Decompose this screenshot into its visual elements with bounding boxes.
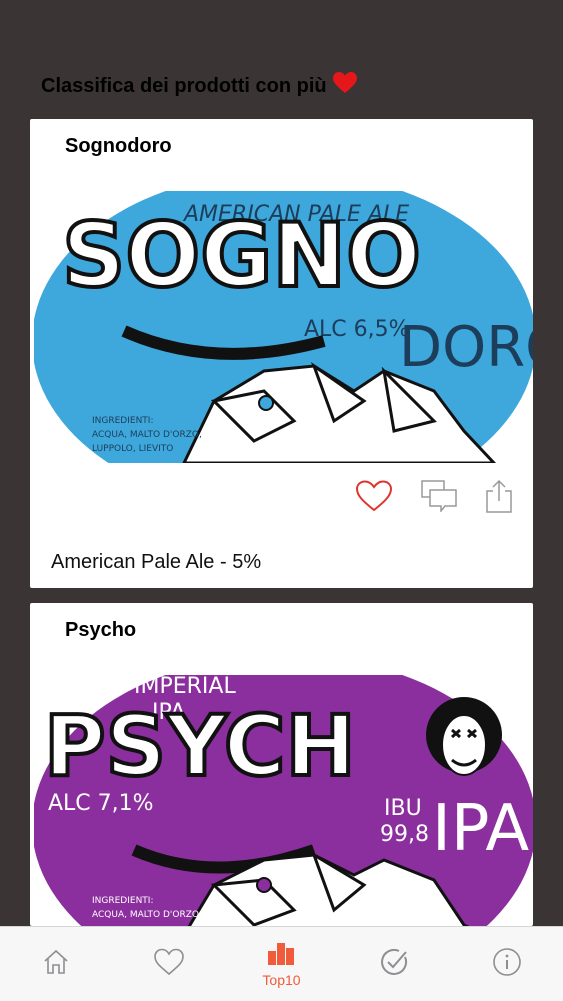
heart-icon: [332, 72, 357, 100]
label-word-side: DORO: [399, 315, 533, 380]
tab-checked[interactable]: [338, 927, 451, 1001]
label-ingredients-1: INGREDIENTI:: [92, 896, 154, 906]
label-style-line1: IMPERIAL: [134, 675, 236, 699]
product-card[interactable]: Sognodoro AMERICAN PALE ALE SOGNO ALC 6,…: [30, 119, 533, 588]
label-ingredients-2: ACQUA, MALTO D'ORZO,: [92, 430, 202, 440]
product-name: Sognodoro: [65, 135, 172, 157]
label-word: PSYCH: [44, 697, 356, 795]
tab-bar: Top10: [0, 926, 563, 1001]
home-icon: [42, 948, 70, 981]
label-word-top: SOGNO: [62, 204, 421, 307]
tab-label: Top10: [262, 971, 301, 988]
info-icon: [492, 947, 522, 982]
comments-icon[interactable]: [421, 480, 457, 512]
card-actions: [355, 479, 513, 513]
product-label-image: AMERICAN PALE ALE SOGNO ALC 6,5% DORO IN…: [34, 191, 533, 463]
heart-icon: [153, 948, 185, 981]
heart-outline-icon[interactable]: [355, 480, 393, 512]
label-ibu-1: IBU: [384, 796, 422, 821]
tab-home[interactable]: [0, 927, 113, 1001]
label-ingredients-1: INGREDIENTI:: [92, 416, 154, 426]
label-ipa: IPA: [432, 792, 529, 866]
bar-chart-icon: [267, 941, 295, 970]
product-card[interactable]: Psycho IMPERIAL IPA PSYCH ALC 7,1% IBU 9…: [30, 603, 533, 926]
tab-top10[interactable]: Top10: [225, 927, 338, 1001]
page-title-text: Classifica dei prodotti con più: [41, 74, 327, 97]
label-ibu-2: 99,8: [380, 822, 429, 847]
product-name: Psycho: [65, 619, 137, 641]
product-subtitle: American Pale Ale - 5%: [51, 551, 262, 573]
tab-info[interactable]: [450, 927, 563, 1001]
tab-favorites[interactable]: [113, 927, 226, 1001]
label-ingredients-3: LUPPOLO, LIEVITO: [92, 444, 173, 454]
share-icon[interactable]: [485, 479, 513, 513]
label-alc: ALC 7,1%: [48, 791, 154, 816]
label-ingredients-2: ACQUA, MALTO D'ORZO,: [92, 910, 202, 920]
check-circle-icon: [379, 947, 409, 982]
product-label-image: IMPERIAL IPA PSYCH ALC 7,1% IBU 99,8 IPA…: [34, 675, 533, 926]
page-header: Classifica dei prodotti con più: [0, 0, 563, 118]
page-title: Classifica dei prodotti con più: [41, 72, 357, 100]
